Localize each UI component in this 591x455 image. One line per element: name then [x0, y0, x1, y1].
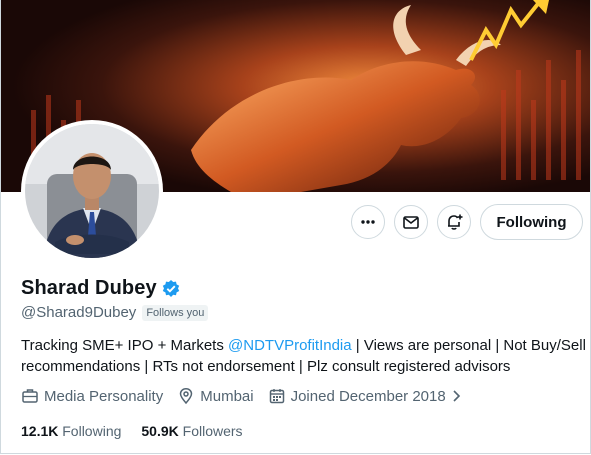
following-stat-link[interactable]: 12.1K Following [21, 423, 121, 439]
profile-name: Sharad Dubey [21, 277, 157, 299]
mail-icon [403, 216, 419, 229]
more-icon [361, 220, 375, 224]
briefcase-icon [22, 389, 38, 403]
following-count: 12.1K [21, 423, 59, 439]
following-button[interactable]: Following [480, 204, 583, 240]
joined-label: Joined December 2018 [290, 387, 446, 405]
chevron-right-icon [453, 390, 460, 402]
profile-bio: Tracking SME+ IPO + Markets @NDTVProfitI… [21, 335, 590, 377]
location-pin-icon [179, 388, 193, 405]
notify-button[interactable] [437, 205, 471, 239]
more-button[interactable] [351, 205, 385, 239]
profile-stats: 12.1K Following 50.9K Followers [21, 423, 263, 439]
profile-page: Following Sharad Dubey @Sharad9Dubey Fol… [0, 0, 591, 454]
follows-you-badge: Follows you [142, 304, 209, 321]
profile-meta: Media Personality Mumbai Joined December… [21, 387, 477, 405]
calendar-icon [269, 389, 284, 404]
verified-badge-icon[interactable] [161, 279, 181, 299]
profile-actions: Following [351, 204, 583, 240]
profile-handle: @Sharad9Dubey [21, 304, 137, 321]
meta-location: Mumbai [177, 387, 254, 405]
profile-photo [25, 124, 159, 258]
handle-row: @Sharad9Dubey Follows you [21, 304, 209, 321]
bio-mention-link[interactable]: @NDTVProfitIndia [228, 337, 352, 354]
person-portrait-image [25, 124, 159, 258]
followers-stat-label: Followers [182, 423, 243, 439]
message-button[interactable] [394, 205, 428, 239]
bell-plus-icon [448, 214, 463, 230]
meta-joined[interactable]: Joined December 2018 [268, 387, 463, 405]
followers-count: 50.9K [141, 423, 179, 439]
bio-text-prefix: Tracking SME+ IPO + Markets [21, 337, 229, 354]
category-label: Media Personality [44, 387, 164, 405]
meta-category: Media Personality [21, 387, 163, 405]
profile-name-row: Sharad Dubey [21, 277, 181, 300]
avatar[interactable] [21, 120, 163, 262]
following-stat-label: Following [62, 423, 122, 439]
followers-stat-link[interactable]: 50.9K Followers [141, 423, 242, 439]
location-label: Mumbai [200, 387, 254, 405]
